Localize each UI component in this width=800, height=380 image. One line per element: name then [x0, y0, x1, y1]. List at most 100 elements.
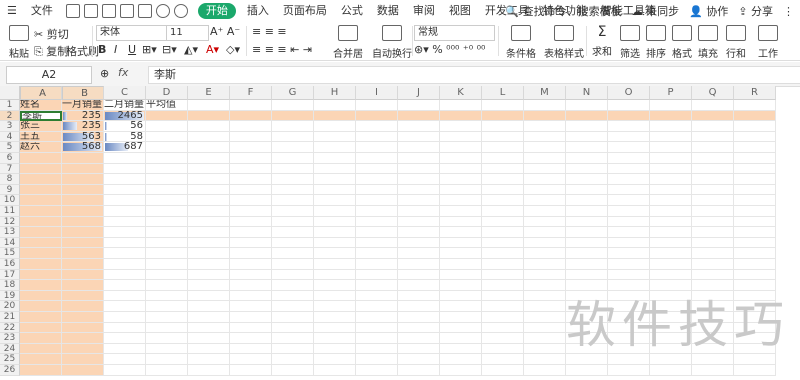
cell-E9[interactable] [188, 184, 230, 196]
cell-F1[interactable] [230, 100, 272, 111]
cell-M20[interactable] [524, 301, 566, 312]
cell-H1[interactable] [314, 100, 356, 111]
cell-E1[interactable] [188, 100, 230, 111]
cell-E24[interactable] [188, 343, 230, 355]
cell-L24[interactable] [482, 343, 524, 355]
cell-G1[interactable] [272, 100, 314, 111]
cell-M26[interactable] [524, 365, 566, 376]
cell-D11[interactable] [146, 206, 188, 217]
cell-J25[interactable] [398, 354, 440, 365]
cell-C24[interactable] [104, 343, 146, 355]
cell-A4[interactable]: 王五 [20, 131, 62, 143]
cell-N9[interactable] [566, 184, 608, 196]
cell-C13[interactable] [104, 227, 146, 238]
cell-E8[interactable] [188, 174, 230, 185]
cell-P9[interactable] [650, 184, 692, 196]
row-header-21[interactable]: 21 [0, 312, 20, 323]
cell-D25[interactable] [146, 354, 188, 365]
cell-M8[interactable] [524, 174, 566, 185]
cell-I4[interactable] [356, 131, 398, 143]
fill-button[interactable]: 填充 [696, 25, 720, 60]
cell-E25[interactable] [188, 354, 230, 365]
cell-R6[interactable] [734, 153, 776, 164]
row-header-14[interactable]: 14 [0, 237, 20, 249]
cell-A16[interactable] [20, 259, 62, 270]
cell-L4[interactable] [482, 131, 524, 143]
cell-P16[interactable] [650, 259, 692, 270]
cell-A1[interactable]: 姓名 [20, 100, 62, 111]
cell-G3[interactable] [272, 121, 314, 132]
cell-H13[interactable] [314, 227, 356, 238]
cell-B1[interactable]: 一月销量 [62, 100, 104, 111]
cell-R11[interactable] [734, 206, 776, 217]
cell-H10[interactable] [314, 195, 356, 206]
cell-I24[interactable] [356, 343, 398, 355]
cell-L2[interactable] [482, 110, 524, 122]
cell-M23[interactable] [524, 333, 566, 344]
cell-M2[interactable] [524, 110, 566, 122]
column-header-J[interactable]: J [398, 86, 440, 100]
formula-input[interactable]: 李斯 [148, 66, 800, 84]
cell-A3[interactable]: 张三 [20, 121, 62, 132]
cell-A2[interactable]: 李斯 [20, 110, 62, 122]
zoom-icon[interactable]: ⊕ [100, 67, 109, 80]
cell-C18[interactable] [104, 280, 146, 291]
row-header-20[interactable]: 20 [0, 301, 20, 312]
cell-D1[interactable]: 平均值 [146, 100, 188, 111]
cell-L1[interactable] [482, 100, 524, 111]
cell-O7[interactable] [608, 163, 650, 175]
cell-J5[interactable] [398, 142, 440, 153]
cell-K26[interactable] [440, 365, 482, 376]
cell-F9[interactable] [230, 184, 272, 196]
cell-K8[interactable] [440, 174, 482, 185]
cell-A20[interactable] [20, 301, 62, 312]
cell-Q17[interactable] [692, 269, 734, 281]
cell-H15[interactable] [314, 248, 356, 259]
cell-A12[interactable] [20, 216, 62, 228]
cell-C11[interactable] [104, 206, 146, 217]
cell-I8[interactable] [356, 174, 398, 185]
cell-N4[interactable] [566, 131, 608, 143]
cell-Q4[interactable] [692, 131, 734, 143]
cell-P5[interactable] [650, 142, 692, 153]
cell-I13[interactable] [356, 227, 398, 238]
cell-C7[interactable] [104, 163, 146, 175]
cell-N6[interactable] [566, 153, 608, 164]
cell-H19[interactable] [314, 290, 356, 302]
column-header-C[interactable]: C [104, 86, 146, 100]
cell-M15[interactable] [524, 248, 566, 259]
row-header-9[interactable]: 9 [0, 184, 20, 196]
cell-L13[interactable] [482, 227, 524, 238]
cell-F3[interactable] [230, 121, 272, 132]
cell-A7[interactable] [20, 163, 62, 175]
cell-D5[interactable] [146, 142, 188, 153]
cell-G10[interactable] [272, 195, 314, 206]
cell-B3[interactable]: 235 [62, 121, 104, 132]
cell-O1[interactable] [608, 100, 650, 111]
cell-R8[interactable] [734, 174, 776, 185]
cell-E16[interactable] [188, 259, 230, 270]
border-icon[interactable]: ⊞▾ [142, 43, 157, 56]
cell-C6[interactable] [104, 153, 146, 164]
cell-L16[interactable] [482, 259, 524, 270]
cell-I19[interactable] [356, 290, 398, 302]
cell-R16[interactable] [734, 259, 776, 270]
cell-D9[interactable] [146, 184, 188, 196]
paste-button[interactable]: 粘贴 [6, 25, 32, 60]
cell-H20[interactable] [314, 301, 356, 312]
cell-K19[interactable] [440, 290, 482, 302]
cell-D22[interactable] [146, 322, 188, 334]
cell-B7[interactable] [62, 163, 104, 175]
cell-J26[interactable] [398, 365, 440, 376]
cell-K20[interactable] [440, 301, 482, 312]
cell-B26[interactable] [62, 365, 104, 376]
cell-A6[interactable] [20, 153, 62, 164]
cell-P26[interactable] [650, 365, 692, 376]
cell-K12[interactable] [440, 216, 482, 228]
cell-M12[interactable] [524, 216, 566, 228]
cell-M14[interactable] [524, 237, 566, 249]
cell-J17[interactable] [398, 269, 440, 281]
cell-B25[interactable] [62, 354, 104, 365]
cell-O2[interactable] [608, 110, 650, 122]
cell-R3[interactable] [734, 121, 776, 132]
